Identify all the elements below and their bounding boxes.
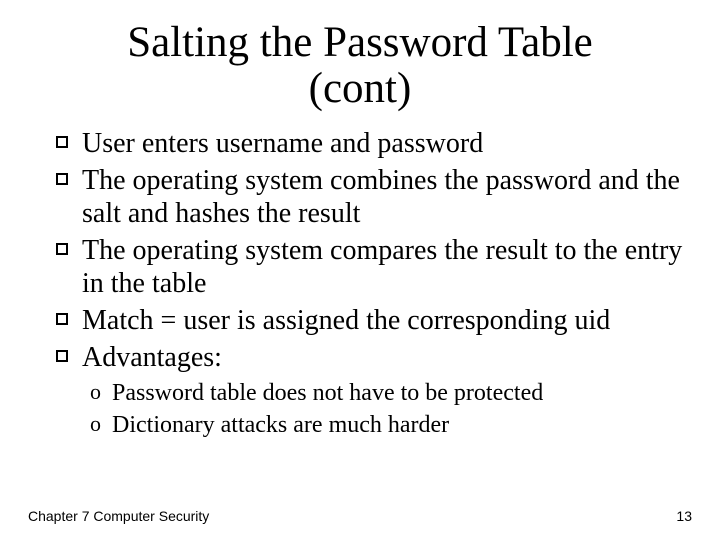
bullet-text: User enters username and password	[82, 128, 483, 159]
bullet-item: User enters username and password	[56, 127, 692, 160]
bullet-text: The operating system compares the result…	[82, 235, 682, 299]
bullet-text: Match = user is assigned the correspondi…	[82, 305, 610, 336]
bullet-text: The operating system combines the passwo…	[82, 165, 680, 229]
sub-bullet-item: Dictionary attacks are much harder	[90, 410, 692, 440]
sub-bullet-item: Password table does not have to be prote…	[90, 378, 692, 408]
sub-bullet-text: Password table does not have to be prote…	[112, 380, 543, 406]
sub-bullet-list: Password table does not have to be prote…	[28, 378, 692, 440]
title-line-1: Salting the Password Table	[127, 19, 593, 66]
bullet-item: Advantages:	[56, 341, 692, 374]
slide-title: Salting the Password Table (cont)	[28, 20, 692, 113]
bullet-item: Match = user is assigned the correspondi…	[56, 304, 692, 337]
bullet-item: The operating system combines the passwo…	[56, 164, 692, 230]
bullet-text: Advantages:	[82, 342, 222, 373]
sub-bullet-text: Dictionary attacks are much harder	[112, 412, 449, 438]
bullet-list: User enters username and password The op…	[28, 127, 692, 374]
bullet-item: The operating system compares the result…	[56, 234, 692, 300]
page-number: 13	[676, 508, 692, 524]
slide: Salting the Password Table (cont) User e…	[0, 0, 720, 540]
footer-left: Chapter 7 Computer Security	[28, 508, 209, 524]
title-line-2: (cont)	[309, 65, 412, 112]
